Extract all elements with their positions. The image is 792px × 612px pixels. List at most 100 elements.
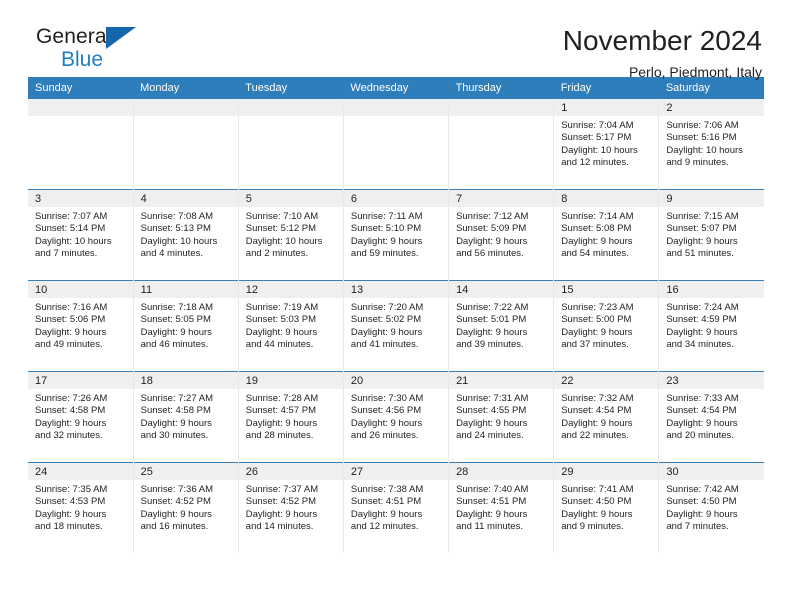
day-details: Sunrise: 7:36 AM Sunset: 4:52 PM Daylight:… [134, 480, 238, 534]
day-detail-line: Sunrise: 7:33 AM [666, 393, 739, 404]
calendar-week-row: 24 Sunrise: 7:35 AM Sunset: 4:53 PM Dayligh… [28, 462, 764, 553]
calendar-day-cell[interactable]: 30 Sunrise: 7:42 AM Sunset: 4:50 PM Dayligh… [658, 462, 764, 553]
calendar-day-cell[interactable]: 4 Sunrise: 7:08 AM Sunset: 5:13 PM Daylight… [132, 189, 239, 281]
calendar-day-cell[interactable]: 7 Sunrise: 7:12 AM Sunset: 5:09 PM Daylight… [448, 189, 555, 281]
day-details: Sunrise: 7:20 AM Sunset: 5:02 PM Daylight:… [344, 298, 448, 352]
calendar-day-cell[interactable]: 5 Sunrise: 7:10 AM Sunset: 5:12 PM Daylight… [237, 189, 344, 281]
day-detail-line: Sunset: 5:13 PM [140, 223, 211, 235]
day-detail-line: Sunrise: 7:11 AM [350, 211, 423, 222]
day-detail-line: and 59 minutes. [350, 248, 419, 260]
day-details: Sunrise: 7:18 AM Sunset: 5:05 PM Daylight:… [134, 298, 238, 352]
calendar-day-cell[interactable]: 1 Sunrise: 7:04 AM Sunset: 5:17 PM Daylight… [553, 99, 660, 190]
calendar-day-cell[interactable]: 2 Sunrise: 7:06 AM Sunset: 5:16 PM Daylight… [658, 99, 764, 190]
day-number: 4 [133, 190, 238, 207]
day-details: Sunrise: 7:08 AM Sunset: 5:13 PM Daylight:… [134, 207, 238, 261]
day-details: Sunrise: 7:42 AM Sunset: 4:50 PM Daylight:… [659, 480, 764, 534]
day-detail-line: and 24 minutes. [456, 430, 524, 442]
day-detail-line: Sunrise: 7:14 AM [561, 211, 634, 222]
calendar-day-cell[interactable]: 24 Sunrise: 7:35 AM Sunset: 4:53 PM Dayligh… [28, 462, 134, 553]
day-number: 24 [28, 463, 133, 480]
calendar-day-cell[interactable]: 27 Sunrise: 7:38 AM Sunset: 4:51 PM Dayligh… [342, 462, 450, 553]
calendar-cell-empty [28, 99, 134, 190]
calendar-day-cell[interactable]: 20 Sunrise: 7:30 AM Sunset: 4:56 PM Dayligh… [342, 371, 450, 463]
day-details: Sunrise: 7:27 AM Sunset: 4:58 PM Daylight:… [134, 389, 238, 443]
day-detail-line: Sunrise: 7:12 AM [456, 211, 529, 222]
weekday-header-tuesday: Tuesday [238, 77, 344, 99]
calendar-day-cell[interactable]: 3 Sunrise: 7:07 AM Sunset: 5:14 PM Daylight… [28, 189, 134, 281]
day-detail-line: Daylight: 10 hours [561, 144, 638, 156]
day-detail-line: Sunrise: 7:08 AM [140, 211, 213, 222]
day-detail-line: and 20 minutes. [666, 430, 734, 442]
calendar-day-cell[interactable]: 10 Sunrise: 7:16 AM Sunset: 5:06 PM Dayligh… [28, 280, 134, 372]
calendar-day-cell[interactable]: 25 Sunrise: 7:36 AM Sunset: 4:52 PM Dayligh… [132, 462, 239, 553]
day-detail-line: Sunset: 5:01 PM [456, 314, 527, 326]
weekday-header-thursday: Thursday [448, 77, 554, 99]
calendar-day-cell[interactable]: 15 Sunrise: 7:23 AM Sunset: 5:00 PM Dayligh… [553, 280, 660, 372]
day-detail-line: and 7 minutes. [666, 521, 729, 533]
day-number: 16 [659, 281, 764, 298]
day-detail-line: and 44 minutes. [245, 339, 314, 351]
day-detail-line: and 54 minutes. [561, 248, 629, 260]
calendar-day-cell[interactable]: 9 Sunrise: 7:15 AM Sunset: 5:07 PM Daylight… [658, 189, 764, 281]
day-details: Sunrise: 7:24 AM Sunset: 4:59 PM Daylight:… [659, 298, 764, 352]
calendar-day-cell[interactable]: 6 Sunrise: 7:11 AM Sunset: 5:10 PM Daylight… [342, 189, 450, 281]
calendar-day-cell[interactable]: 18 Sunrise: 7:27 AM Sunset: 4:58 PM Dayligh… [132, 371, 239, 463]
calendar-day-cell[interactable]: 8 Sunrise: 7:14 AM Sunset: 5:08 PM Daylight… [553, 189, 660, 281]
day-detail-line: Sunset: 5:07 PM [666, 223, 737, 235]
day-detail-line: Daylight: 9 hours [350, 417, 423, 429]
calendar-body: 1 Sunrise: 7:04 AM Sunset: 5:17 PM Daylight… [28, 99, 764, 553]
calendar-day-cell[interactable]: 17 Sunrise: 7:26 AM Sunset: 4:58 PM Dayligh… [28, 371, 134, 463]
calendar-day-cell[interactable]: 11 Sunrise: 7:18 AM Sunset: 5:05 PM Dayligh… [132, 280, 239, 372]
calendar-day-cell[interactable]: 13 Sunrise: 7:20 AM Sunset: 5:02 PM Dayligh… [342, 280, 450, 372]
day-number: 11 [133, 281, 238, 298]
day-detail-line: and 39 minutes. [456, 339, 524, 351]
calendar-day-cell[interactable]: 26 Sunrise: 7:37 AM Sunset: 4:52 PM Dayligh… [237, 462, 344, 553]
day-number: 7 [449, 190, 554, 207]
day-detail-line: Daylight: 9 hours [666, 417, 738, 429]
day-number [133, 99, 238, 116]
day-details: Sunrise: 7:10 AM Sunset: 5:12 PM Daylight:… [239, 207, 343, 261]
day-detail-line: Sunset: 4:50 PM [561, 496, 632, 508]
day-detail-line: and 30 minutes. [140, 430, 209, 442]
brand-logo[interactable]: General Blue [28, 26, 178, 84]
day-detail-line: Sunrise: 7:37 AM [245, 484, 319, 495]
calendar-day-cell[interactable]: 19 Sunrise: 7:28 AM Sunset: 4:57 PM Dayligh… [237, 371, 344, 463]
calendar-day-cell[interactable]: 29 Sunrise: 7:41 AM Sunset: 4:50 PM Dayligh… [553, 462, 660, 553]
day-detail-line: and 18 minutes. [35, 521, 103, 533]
day-number [449, 99, 554, 116]
calendar-cell-empty [448, 99, 555, 190]
calendar-day-cell[interactable]: 21 Sunrise: 7:31 AM Sunset: 4:55 PM Dayligh… [448, 371, 555, 463]
day-detail-line: Daylight: 9 hours [666, 326, 738, 338]
day-detail-line: Sunrise: 7:38 AM [350, 484, 424, 495]
day-details: Sunrise: 7:30 AM Sunset: 4:56 PM Daylight:… [344, 389, 448, 443]
calendar-day-cell[interactable]: 14 Sunrise: 7:22 AM Sunset: 5:01 PM Dayligh… [448, 280, 555, 372]
day-detail-line: and 26 minutes. [350, 430, 419, 442]
calendar-day-cell[interactable]: 12 Sunrise: 7:19 AM Sunset: 5:03 PM Dayligh… [237, 280, 344, 372]
calendar-day-cell[interactable]: 23 Sunrise: 7:33 AM Sunset: 4:54 PM Dayligh… [658, 371, 764, 463]
calendar-day-cell[interactable]: 16 Sunrise: 7:24 AM Sunset: 4:59 PM Dayligh… [658, 280, 764, 372]
day-detail-line: Sunset: 5:00 PM [561, 314, 632, 326]
day-detail-line: Sunset: 4:54 PM [561, 405, 632, 417]
day-detail-line: Daylight: 9 hours [35, 508, 107, 520]
day-detail-line: Sunrise: 7:06 AM [666, 120, 739, 131]
day-number: 5 [238, 190, 343, 207]
day-detail-line: and 56 minutes. [456, 248, 524, 260]
day-details: Sunrise: 7:07 AM Sunset: 5:14 PM Daylight:… [28, 207, 133, 261]
day-detail-line: Sunset: 5:10 PM [350, 223, 422, 235]
day-detail-line: Daylight: 9 hours [140, 508, 212, 520]
day-detail-line: Sunrise: 7:16 AM [35, 302, 108, 313]
day-detail-line: Sunset: 5:16 PM [666, 132, 737, 144]
day-detail-line: Sunset: 4:51 PM [456, 496, 527, 508]
day-detail-line: Sunrise: 7:28 AM [245, 393, 319, 404]
day-detail-line: Sunrise: 7:19 AM [245, 302, 319, 313]
day-detail-line: Daylight: 10 hours [35, 235, 112, 247]
calendar-day-cell[interactable]: 22 Sunrise: 7:32 AM Sunset: 4:54 PM Dayligh… [553, 371, 660, 463]
day-detail-line: Sunset: 4:56 PM [350, 405, 422, 417]
day-detail-line: Sunset: 5:14 PM [35, 223, 106, 235]
day-detail-line: Daylight: 9 hours [350, 508, 423, 520]
day-detail-line: Sunset: 4:57 PM [245, 405, 317, 417]
day-detail-line: Sunrise: 7:35 AM [35, 484, 108, 495]
day-detail-line: Sunset: 4:54 PM [666, 405, 737, 417]
calendar-day-cell[interactable]: 28 Sunrise: 7:40 AM Sunset: 4:51 PM Dayligh… [448, 462, 555, 553]
calendar-cell-empty [342, 99, 450, 190]
